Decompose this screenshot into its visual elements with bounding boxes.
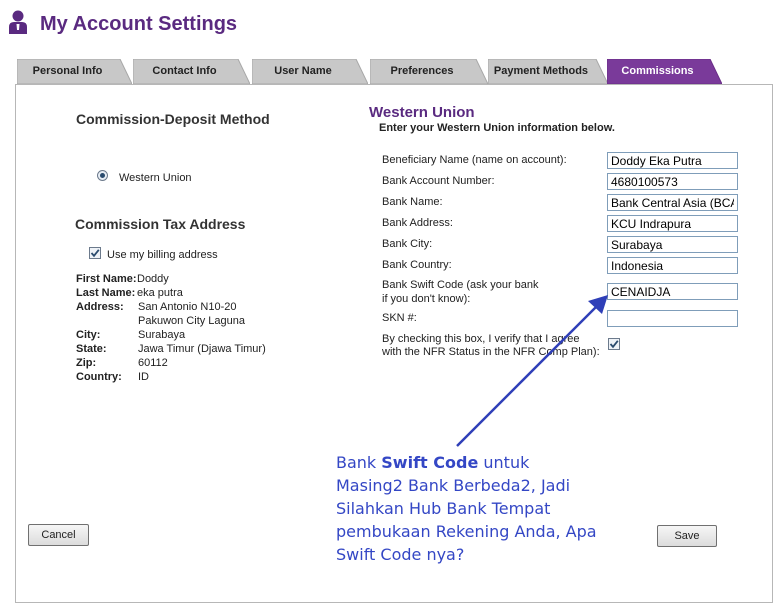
- annotation-text-bold: Swift Code: [381, 453, 479, 472]
- swift-code-annotation: Bank Swift Code untuk Masing2 Bank Berbe…: [336, 451, 598, 566]
- annotation-text-start: Bank: [336, 453, 382, 472]
